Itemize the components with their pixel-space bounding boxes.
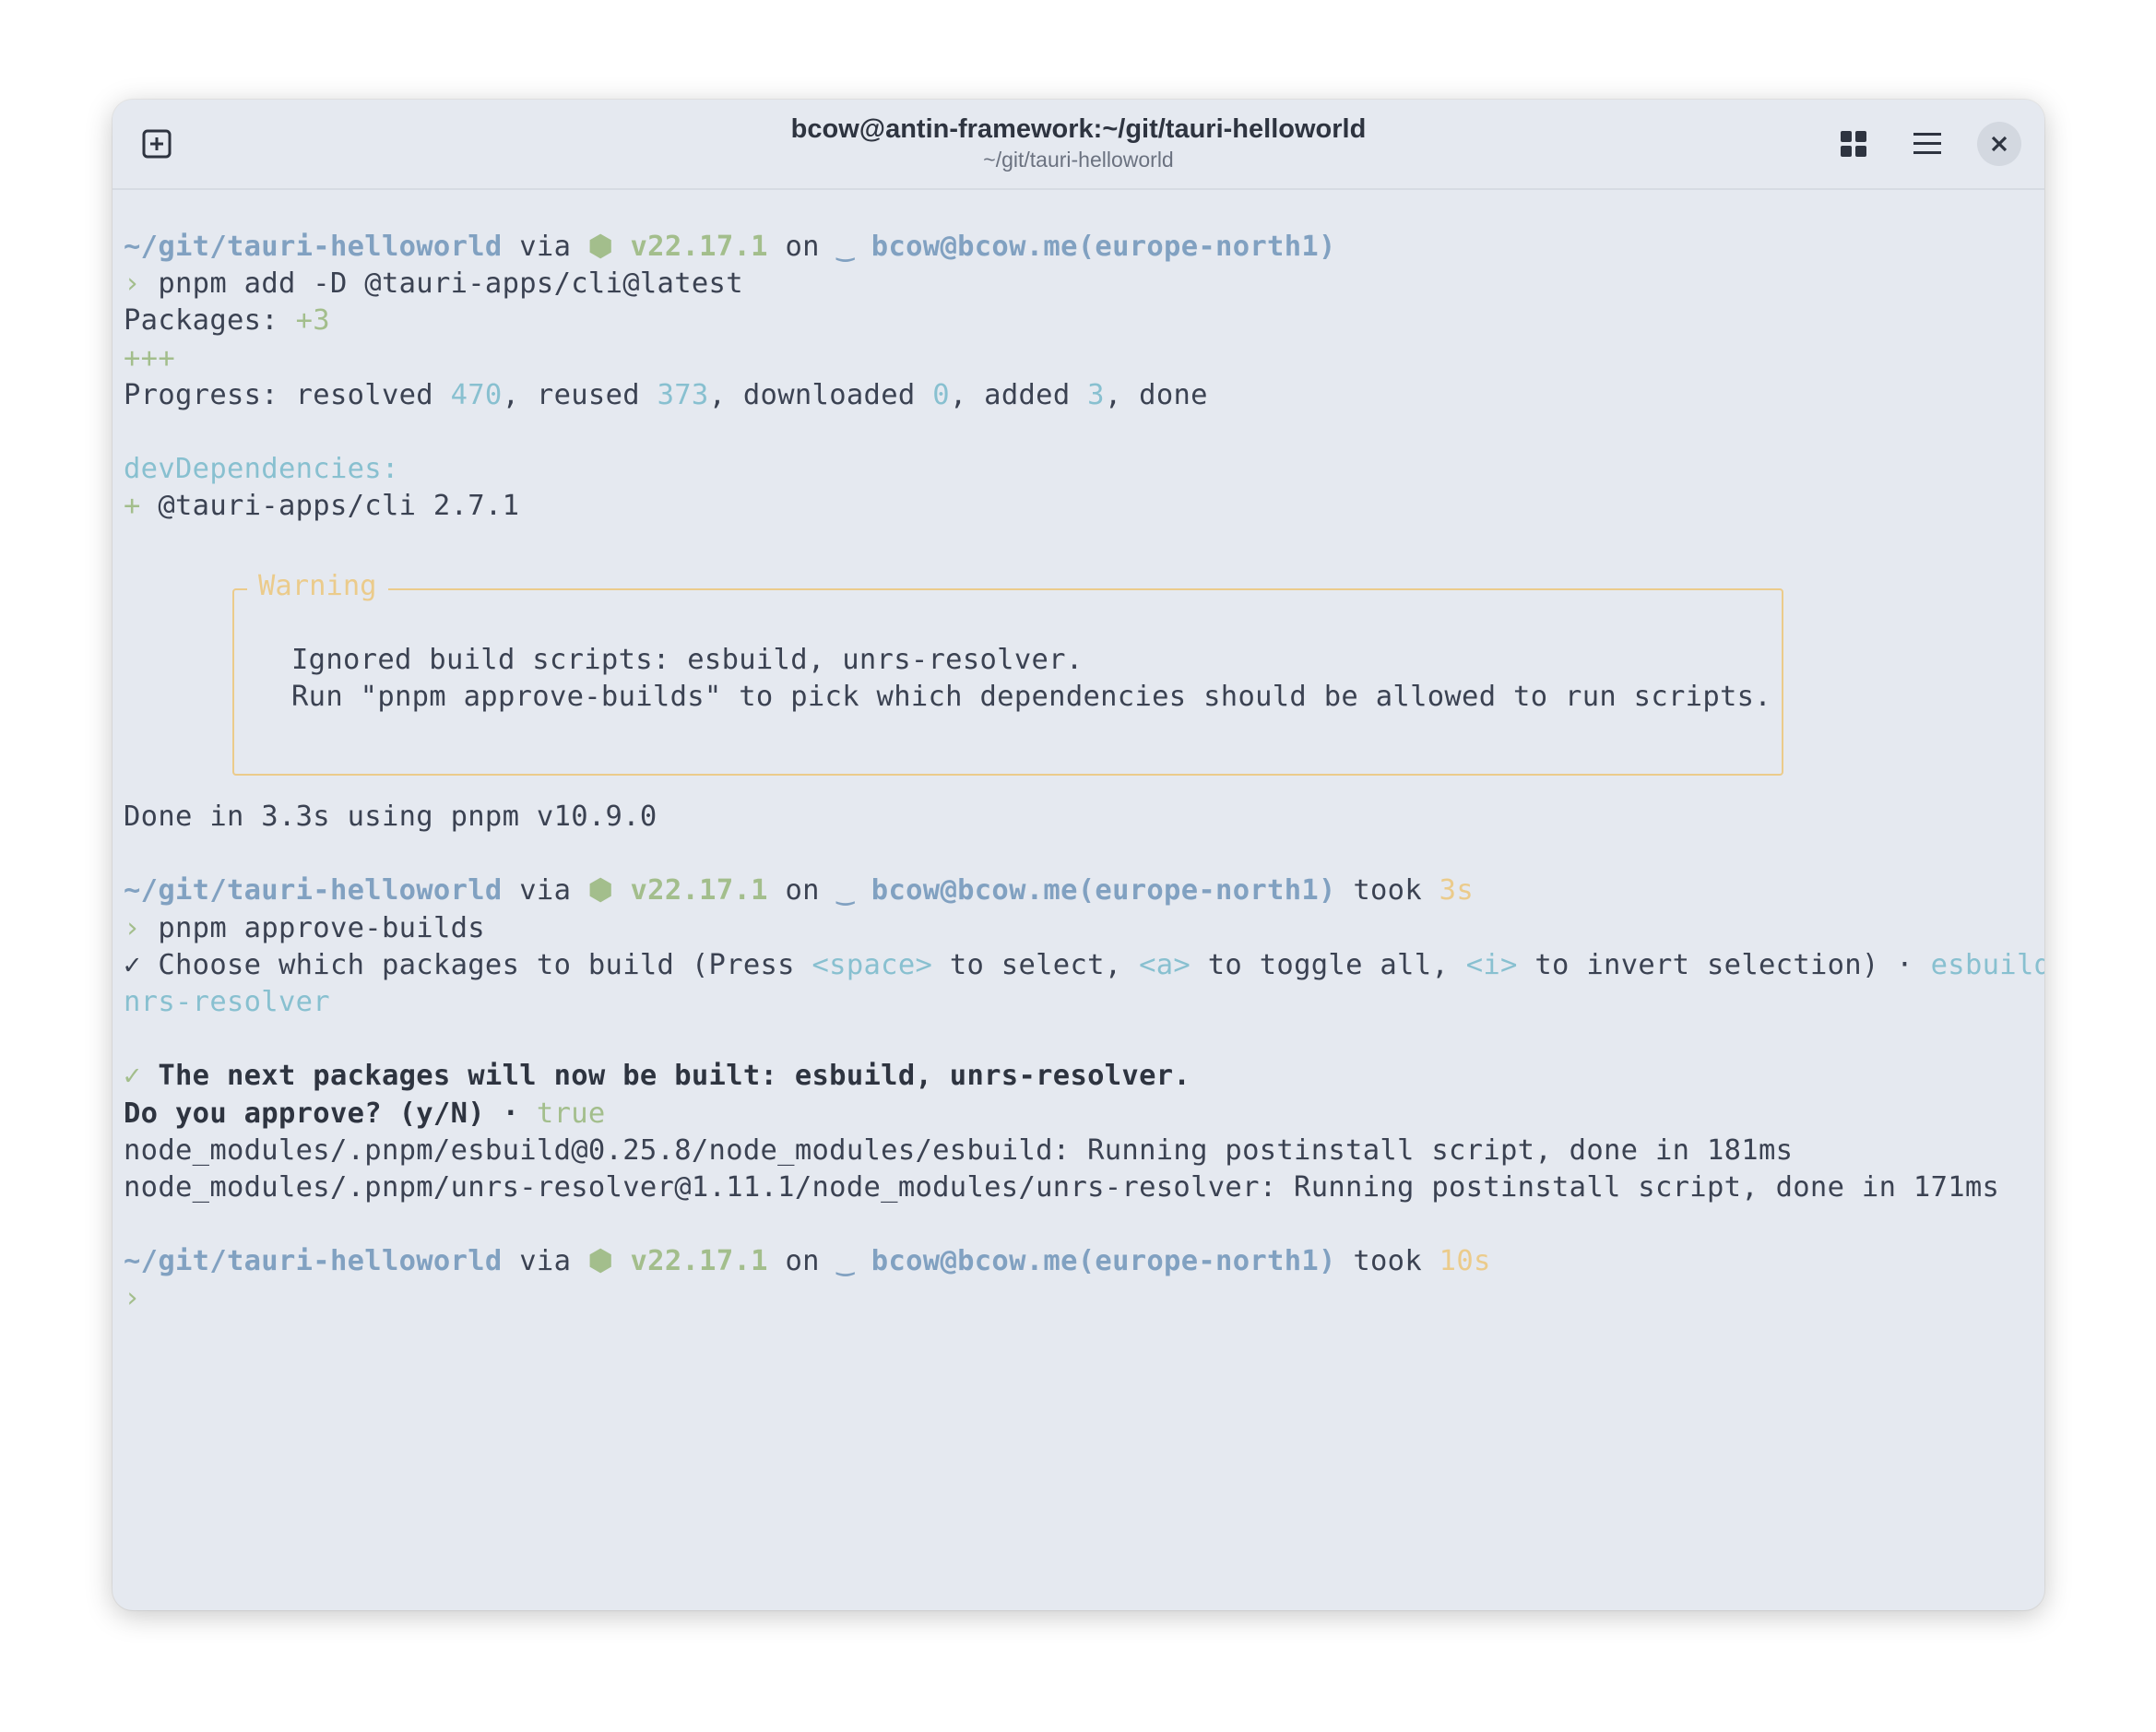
choose-text-d: to invert selection) ·	[1517, 948, 1931, 981]
approve-answer: true	[536, 1097, 606, 1130]
grid-view-button[interactable]	[1833, 124, 1874, 164]
warning-title: Warning	[247, 570, 388, 602]
packages-label: Packages:	[124, 304, 296, 338]
prompt-line: ~/git/tauri-helloworld via ⬢ v22.17.1 on…	[124, 229, 2044, 266]
choose-text-b: to select,	[932, 948, 1140, 981]
input-line[interactable]: ›	[124, 1280, 2044, 1317]
check-icon: ✓	[124, 1060, 141, 1093]
node-version: v22.17.1	[630, 874, 768, 908]
selected-packages-b: nrs-resolver	[124, 985, 330, 1018]
progress-label: Progress: resolved	[124, 378, 451, 411]
added-count: 3	[1087, 378, 1105, 411]
node-version: v22.17.1	[630, 231, 768, 263]
check-icon: ✓	[124, 948, 141, 981]
title-bar: bcow@antin-framework:~/git/tauri-hellowo…	[113, 100, 2044, 190]
key-a: <a>	[1139, 948, 1191, 981]
node-icon: ⬢	[587, 231, 631, 263]
command-text: pnpm add -D @tauri-apps/cli@latest	[158, 267, 743, 301]
prompt-on: on	[767, 874, 837, 908]
next-packages-text: The next packages will now be built: esb…	[140, 1060, 1191, 1093]
dependency-line: + @tauri-apps/cli 2.7.1	[124, 488, 2044, 525]
postinstall-line-1: node_modules/.pnpm/esbuild@0.25.8/node_m…	[124, 1133, 1794, 1167]
done-line: Done in 3.3s using pnpm v10.9.0	[124, 801, 657, 833]
prompt-via: via	[502, 1245, 588, 1278]
downloaded-count: 0	[932, 378, 950, 411]
selected-packages-a: esbuild, u	[1930, 948, 2044, 981]
devdeps-heading: devDependencies:	[124, 453, 399, 486]
prompt-arrow-icon: ›	[124, 1282, 141, 1315]
close-icon	[1991, 136, 2008, 152]
choose-line: ✓ Choose which packages to build (Press …	[124, 947, 2044, 984]
prompt-line: ~/git/tauri-helloworld via ⬢ v22.17.1 on…	[124, 872, 2044, 909]
prompt-via: via	[502, 874, 588, 908]
main-menu-button[interactable]	[1907, 124, 1948, 164]
warning-line-1: Ignored build scripts: esbuild, unrs-res…	[291, 644, 1084, 676]
hamburger-menu-icon	[1913, 133, 1941, 154]
prompt-via: via	[502, 231, 588, 263]
key-i: <i>	[1465, 948, 1518, 981]
cloud-account: bcow@bcow.me(europe-north1)	[871, 231, 1336, 263]
cloud-icon: ‿	[836, 874, 871, 908]
prompt-took: took	[1335, 874, 1439, 908]
choose-text-a: Choose which packages to build (Press	[140, 948, 812, 981]
output-line: Packages: +3	[124, 303, 2044, 339]
close-button[interactable]	[1977, 122, 2021, 166]
key-space: <space>	[811, 948, 933, 981]
prompt-on: on	[767, 231, 837, 263]
cloud-icon: ‿	[836, 231, 871, 263]
approve-question: Do you approve? (y/N) ·	[124, 1097, 537, 1130]
took-value: 10s	[1439, 1245, 1491, 1278]
plus-bar: +++	[124, 341, 175, 374]
progress-line: Progress: resolved 470, reused 373, down…	[124, 377, 2044, 414]
command-text: pnpm approve-builds	[158, 911, 485, 944]
terminal-output-lower[interactable]: Done in 3.3s using pnpm v10.9.0 ~/git/ta…	[124, 799, 2044, 1610]
choose-text-c: to toggle all,	[1191, 948, 1466, 981]
warning-line-2: Run "pnpm approve-builds" to pick which …	[291, 681, 1771, 714]
window-title: bcow@antin-framework:~/git/tauri-hellowo…	[790, 114, 1367, 144]
node-icon: ⬢	[587, 1245, 631, 1278]
done-label: , done	[1104, 378, 1208, 411]
window-subtitle: ~/git/tauri-helloworld	[983, 148, 1174, 172]
prompt-arrow-icon: ›	[124, 267, 141, 301]
reused-count: 373	[657, 378, 709, 411]
warning-box: Warning Ignored build scripts: esbuild, …	[232, 570, 1783, 776]
packages-count: +3	[295, 304, 330, 338]
cloud-account: bcow@bcow.me(europe-north1)	[871, 1245, 1336, 1278]
cloud-account: bcow@bcow.me(europe-north1)	[871, 874, 1336, 908]
command-line: › pnpm approve-builds	[124, 910, 2044, 947]
dep-plus: +	[124, 490, 141, 523]
warning-text: Ignored build scripts: esbuild, unrs-res…	[291, 642, 1771, 716]
prompt-arrow-icon: ›	[124, 911, 141, 944]
added-label: , added	[949, 378, 1088, 411]
prompt-took: took	[1335, 1245, 1439, 1278]
resolved-count: 470	[450, 378, 503, 411]
prompt-path: ~/git/tauri-helloworld	[124, 874, 503, 908]
approve-line: Do you approve? (y/N) · true	[124, 1096, 2044, 1133]
command-line: › pnpm add -D @tauri-apps/cli@latest	[124, 266, 2044, 303]
prompt-on: on	[767, 1245, 837, 1278]
node-icon: ⬢	[587, 874, 631, 908]
dep-name: @tauri-apps/cli 2.7.1	[140, 490, 520, 523]
prompt-path: ~/git/tauri-helloworld	[124, 231, 503, 263]
terminal-window: bcow@antin-framework:~/git/tauri-hellowo…	[113, 100, 2044, 1610]
next-packages-line: ✓ The next packages will now be built: e…	[124, 1058, 2044, 1095]
postinstall-line-2: node_modules/.pnpm/unrs-resolver@1.11.1/…	[124, 1170, 2000, 1204]
prompt-line: ~/git/tauri-helloworld via ⬢ v22.17.1 on…	[124, 1243, 2044, 1280]
grid-icon	[1841, 131, 1866, 157]
node-version: v22.17.1	[630, 1245, 768, 1278]
prompt-path: ~/git/tauri-helloworld	[124, 1245, 503, 1278]
cloud-icon: ‿	[836, 1245, 871, 1278]
downloaded-label: , downloaded	[708, 378, 933, 411]
took-value: 3s	[1439, 874, 1474, 908]
reused-label: , reused	[502, 378, 657, 411]
